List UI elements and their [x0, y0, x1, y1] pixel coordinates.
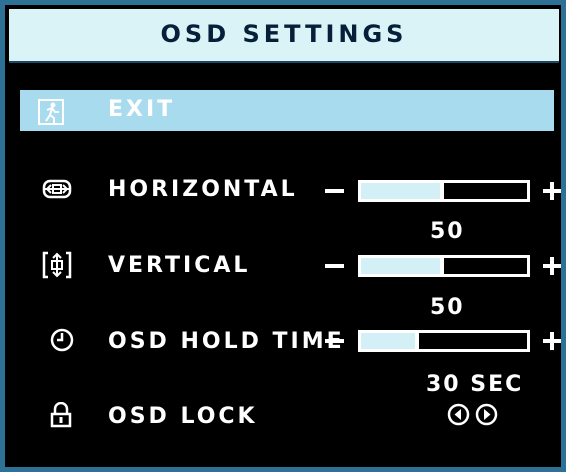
horizontal-slider-fill: [361, 183, 444, 199]
exit-menu-item[interactable]: [20, 90, 554, 131]
vertical-slider-fill: [361, 258, 444, 274]
vertical-value: 50: [430, 295, 465, 320]
vertical-increase-button[interactable]: [543, 257, 561, 275]
vertical-label: VERTICAL: [108, 253, 251, 278]
running-man-exit-icon: [38, 99, 64, 125]
osd-hold-time-label: OSD HOLD TIME: [108, 329, 345, 354]
osd-window: OSD SETTINGS EXIT HORIZONTAL 50 VERTICAL…: [0, 0, 566, 472]
osd-hold-time-slider[interactable]: [358, 330, 530, 352]
osd-header: OSD SETTINGS: [9, 9, 559, 63]
osd-hold-time-increase-button[interactable]: [543, 332, 561, 350]
exit-label: EXIT: [108, 97, 176, 122]
osd-title: OSD SETTINGS: [160, 20, 408, 48]
horizontal-decrease-button[interactable]: [325, 189, 344, 193]
left-arrow-circle-icon[interactable]: [447, 403, 470, 426]
horizontal-label: HORIZONTAL: [108, 177, 298, 202]
clock-icon: [50, 328, 74, 352]
right-arrow-circle-icon[interactable]: [475, 403, 498, 426]
osd-lock-label: OSD LOCK: [108, 404, 258, 429]
horizontal-position-icon: [42, 179, 72, 199]
osd-hold-time-decrease-button[interactable]: [325, 339, 344, 343]
horizontal-increase-button[interactable]: [543, 182, 561, 200]
horizontal-value: 50: [430, 219, 465, 244]
horizontal-slider[interactable]: [358, 180, 530, 202]
osd-hold-time-slider-fill: [361, 333, 420, 349]
padlock-icon: [50, 402, 72, 428]
osd-hold-time-value: 30 SEC: [426, 372, 524, 397]
vertical-decrease-button[interactable]: [325, 264, 344, 268]
vertical-slider[interactable]: [358, 255, 530, 277]
vertical-position-icon: [42, 251, 72, 279]
